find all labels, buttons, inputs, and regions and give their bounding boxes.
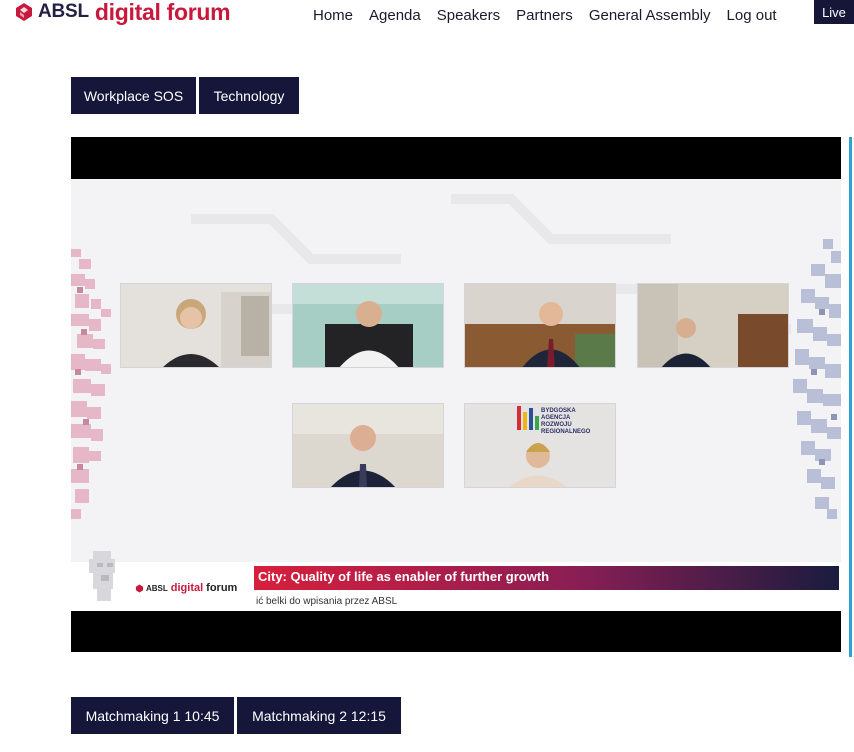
banner-title: City: Quality of life as enabler of furt… — [258, 569, 550, 584]
participant-video-3 — [465, 284, 615, 367]
tag-workplace-sos[interactable]: Workplace SOS — [71, 77, 196, 114]
tag-matchmaking-1[interactable]: Matchmaking 1 10:45 — [71, 697, 234, 734]
participant-video-5 — [293, 404, 443, 487]
logo-absl-text: ABSL — [38, 1, 89, 22]
mini-absl-logo: ABSL digital forum — [135, 582, 237, 594]
nav-speakers[interactable]: Speakers — [437, 7, 500, 24]
logo-forum-text: digital forum — [94, 0, 231, 25]
sculpture-bust-icon — [89, 551, 115, 601]
video-frame: BYDGOSKA AGENCJA ROZWOJU REGIONALNEGO AB… — [71, 179, 841, 611]
agency-logo-icon — [517, 406, 539, 430]
participant-tile-1 — [120, 283, 272, 368]
video-player[interactable]: BYDGOSKA AGENCJA ROZWOJU REGIONALNEGO AB… — [71, 137, 841, 652]
live-button[interactable]: Live — [814, 0, 854, 24]
mini-logo-forum: forum — [206, 582, 238, 594]
tag-technology[interactable]: Technology — [199, 77, 299, 114]
mini-logo-absl: ABSL — [146, 583, 168, 593]
participant-tile-6: BYDGOSKA AGENCJA ROZWOJU REGIONALNEGO — [464, 403, 616, 488]
scrollbar[interactable] — [849, 137, 852, 657]
main-nav: Home Agenda Speakers Partners General As… — [313, 7, 777, 24]
absl-logo-icon — [16, 3, 32, 21]
nav-home[interactable]: Home — [313, 7, 353, 24]
nav-general-assembly[interactable]: General Assembly — [589, 7, 711, 24]
stage-background — [71, 194, 841, 519]
participant-tile-3 — [464, 283, 616, 368]
nav-partners[interactable]: Partners — [516, 7, 573, 24]
nav-log-out[interactable]: Log out — [727, 7, 777, 24]
participant-video-1 — [121, 284, 271, 367]
participant-tile-4 — [637, 283, 789, 368]
agency-logo-text: BYDGOSKA AGENCJA ROZWOJU REGIONALNEGO — [541, 408, 591, 435]
participant-tile-2 — [292, 283, 444, 368]
absl-logo[interactable]: ABSL digital forum — [14, 0, 231, 25]
participant-video-4 — [638, 284, 788, 367]
mini-absl-logo-icon — [135, 583, 144, 593]
participant-video-2 — [293, 284, 443, 367]
banner-subtitle: ić belki do wpisania przez ABSL — [256, 596, 398, 607]
participant-tile-5 — [292, 403, 444, 488]
nav-agenda[interactable]: Agenda — [369, 7, 421, 24]
mini-logo-digital: digital — [170, 582, 204, 594]
tag-matchmaking-2[interactable]: Matchmaking 2 12:15 — [237, 697, 401, 734]
